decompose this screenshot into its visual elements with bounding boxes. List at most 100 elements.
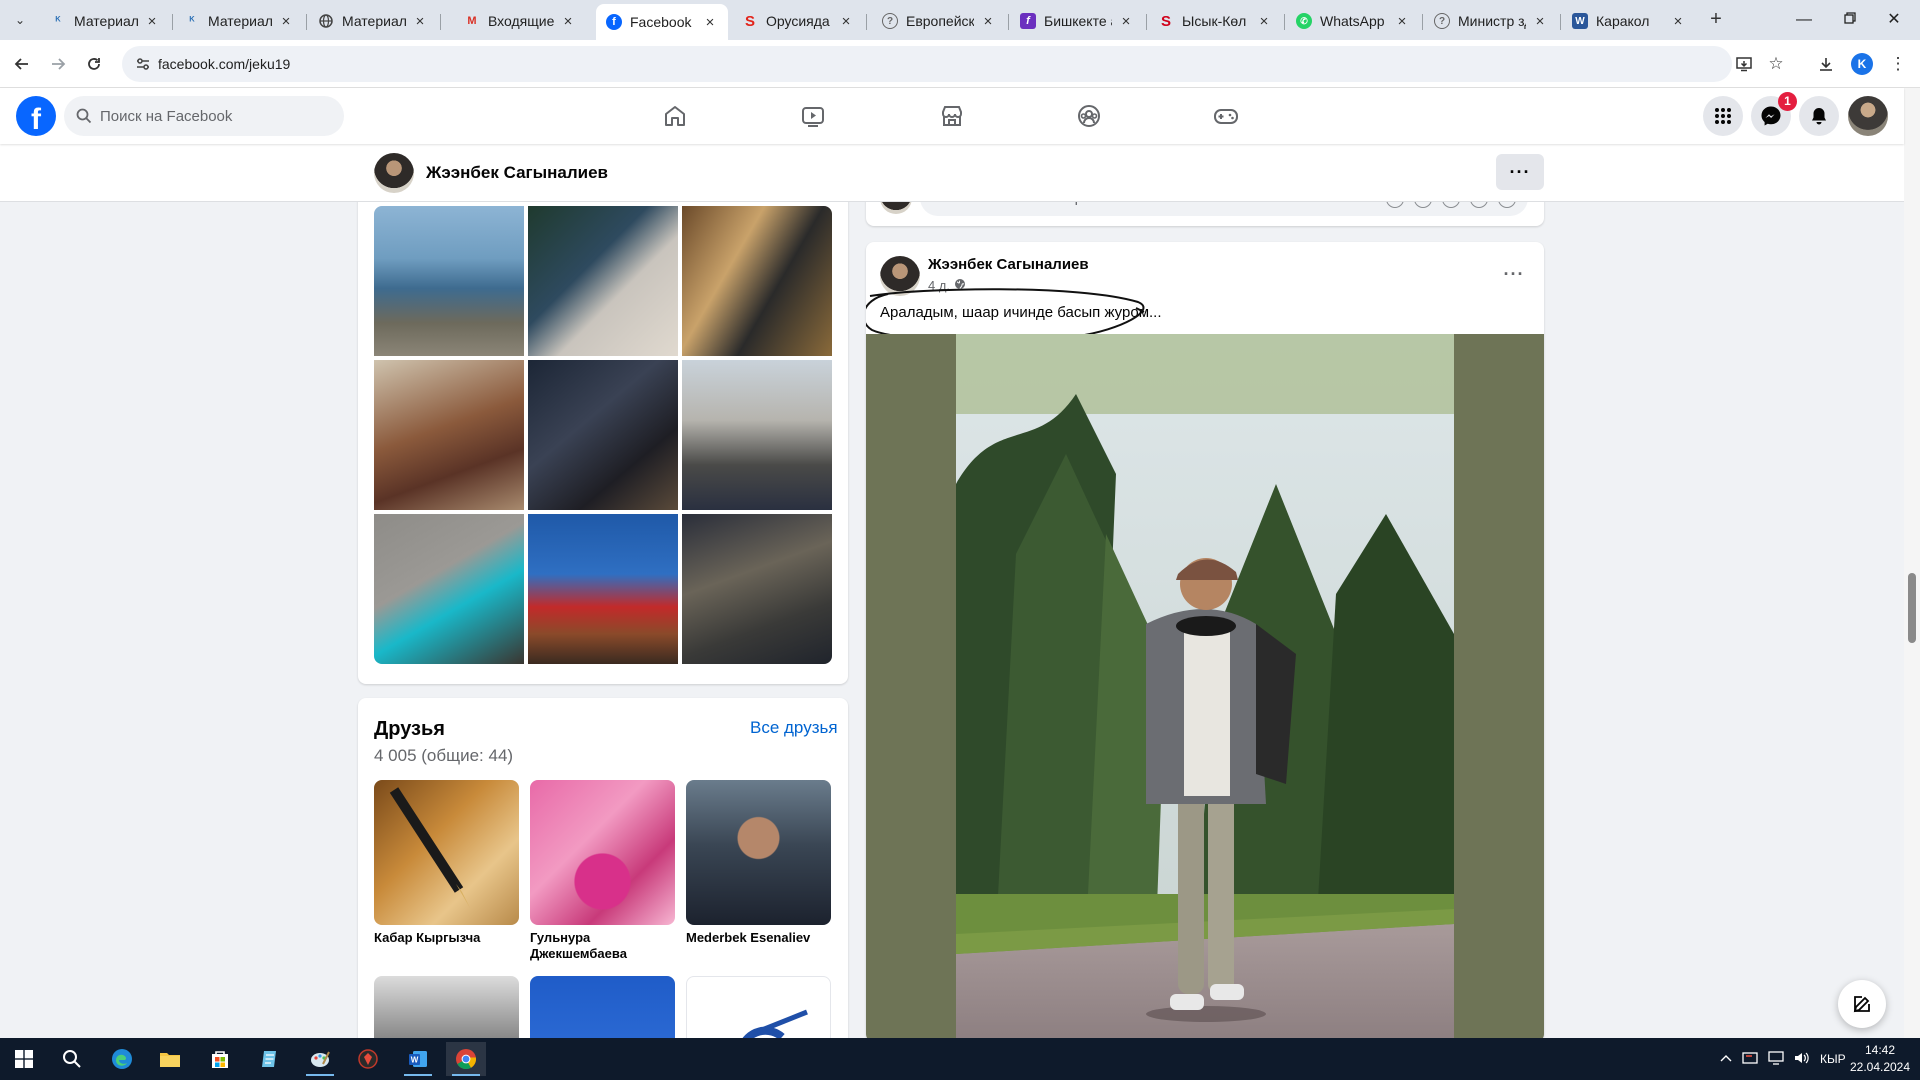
facebook-search[interactable] — [64, 96, 344, 136]
browser-tab-active[interactable]: f Facebook × — [596, 4, 728, 40]
file-explorer-icon[interactable] — [150, 1042, 190, 1076]
browser-tab[interactable]: ? Министр зд × — [1424, 6, 1558, 36]
bookmark-star-icon[interactable]: ☆ — [1762, 50, 1790, 78]
browser-tab[interactable]: f Бишкекте а × — [1010, 6, 1144, 36]
close-tab-icon[interactable]: × — [838, 13, 854, 30]
facebook-icon: f — [606, 14, 622, 30]
home-nav-icon[interactable] — [657, 98, 693, 134]
search-input[interactable] — [100, 96, 330, 136]
close-tab-icon[interactable]: × — [144, 13, 160, 30]
back-button[interactable] — [8, 50, 36, 78]
close-tab-icon[interactable]: × — [1670, 13, 1686, 30]
profile-more-button[interactable]: ··· — [1496, 154, 1544, 190]
taskbar-clock[interactable]: 14:42 22.04.2024 — [1846, 1042, 1914, 1076]
friend-photo[interactable] — [686, 780, 831, 925]
browser-tab[interactable]: W Каракол × — [1562, 6, 1696, 36]
close-tab-icon[interactable]: × — [1394, 13, 1410, 30]
close-tab-icon[interactable]: × — [1532, 13, 1548, 30]
account-avatar[interactable] — [1848, 96, 1888, 136]
close-tab-icon[interactable]: × — [1256, 13, 1272, 30]
new-tab-button[interactable]: + — [1704, 8, 1728, 32]
minimize-button[interactable]: — — [1782, 6, 1826, 34]
restore-button[interactable] — [1828, 6, 1872, 34]
scrollbar-thumb[interactable] — [1908, 573, 1916, 643]
clock-date: 22.04.2024 — [1849, 1060, 1911, 1074]
network-icon[interactable] — [1768, 1050, 1784, 1068]
install-app-icon[interactable] — [1730, 50, 1758, 78]
post-photo-frame[interactable] — [866, 334, 1544, 1042]
browser-tab[interactable]: ✆ WhatsApp × — [1286, 6, 1420, 36]
friend-photo[interactable] — [530, 780, 675, 925]
meeting-icon[interactable] — [1742, 1051, 1758, 1068]
browser-tab-bar: ⌄ ᴷ Материалы × ᴷ Материалы × Материалы … — [0, 0, 1920, 40]
input-language[interactable]: КЫР — [1820, 1052, 1846, 1066]
photo-thumbnail[interactable] — [374, 206, 524, 356]
browser-menu-icon[interactable]: ⋮ — [1884, 50, 1912, 78]
notepad-icon[interactable] — [250, 1042, 290, 1076]
gmail-icon: M — [467, 15, 477, 27]
close-tab-icon[interactable]: × — [412, 13, 428, 30]
paint-icon[interactable] — [300, 1042, 340, 1076]
photo-thumbnail[interactable] — [528, 360, 678, 510]
photo-thumbnail[interactable] — [374, 360, 524, 510]
all-friends-link[interactable]: Все друзья — [750, 718, 838, 738]
volume-icon[interactable] — [1794, 1051, 1810, 1068]
photo-thumbnail[interactable] — [528, 514, 678, 664]
photo-thumbnail[interactable] — [374, 514, 524, 664]
friend-name[interactable]: Mederbek Esenaliev — [686, 930, 836, 946]
browser-tab[interactable]: Материалы × — [308, 6, 438, 36]
photo-thumbnail[interactable] — [682, 206, 832, 356]
profile-name[interactable]: Жээнбек Сагыналиев — [426, 163, 608, 183]
menu-grid-button[interactable] — [1703, 96, 1743, 136]
grid-icon — [1715, 108, 1731, 124]
photo-thumbnail[interactable] — [682, 360, 832, 510]
store-icon[interactable] — [200, 1042, 240, 1076]
close-window-button[interactable]: ✕ — [1872, 6, 1916, 34]
svg-text:W: W — [411, 1056, 419, 1065]
browser-profile-avatar[interactable]: K — [1851, 53, 1873, 75]
tray-chevron-icon[interactable] — [1720, 1052, 1732, 1066]
post-more-button[interactable]: ··· — [1496, 256, 1532, 292]
windows-start-icon[interactable] — [4, 1042, 44, 1076]
photo-thumbnail[interactable] — [528, 206, 678, 356]
notifications-button[interactable] — [1799, 96, 1839, 136]
browser-tab[interactable]: S Ысык-Көл с × — [1148, 6, 1282, 36]
word-icon[interactable]: W — [398, 1042, 438, 1076]
reload-button[interactable] — [80, 50, 108, 78]
close-tab-icon[interactable]: × — [1118, 13, 1134, 30]
profile-avatar[interactable] — [374, 153, 414, 193]
tab-search-chevron-icon[interactable]: ⌄ — [8, 8, 32, 32]
new-message-button[interactable] — [1838, 980, 1886, 1028]
messenger-button[interactable]: 1 — [1751, 92, 1797, 136]
marketplace-nav-icon[interactable] — [934, 98, 970, 134]
browser-tab[interactable]: M Входящие ( × — [454, 6, 586, 36]
gaming-nav-icon[interactable] — [1208, 98, 1244, 134]
browser-tab[interactable]: ? Европейска × — [872, 6, 1006, 36]
search-icon[interactable] — [52, 1042, 92, 1076]
post-author-name[interactable]: Жээнбек Сагыналиев — [928, 256, 1089, 273]
friend-name[interactable]: Кабар Кыргызча — [374, 930, 524, 946]
video-nav-icon[interactable] — [795, 98, 831, 134]
groups-nav-icon[interactable] — [1071, 98, 1107, 134]
close-tab-icon[interactable]: × — [560, 13, 576, 30]
page-scrollbar[interactable] — [1904, 88, 1920, 1038]
friend-photo[interactable] — [374, 780, 519, 925]
browser-tab[interactable]: ᴷ Материалы × — [174, 6, 304, 36]
close-tab-icon[interactable]: × — [702, 14, 718, 31]
photo-thumbnail[interactable] — [682, 514, 832, 664]
browser-tab[interactable]: S Орусияда т × — [732, 6, 864, 36]
url-text: facebook.com/jeku19 — [158, 56, 291, 72]
close-tab-icon[interactable]: × — [980, 13, 996, 30]
chrome-icon[interactable] — [446, 1042, 486, 1076]
post-photo[interactable] — [956, 334, 1454, 1042]
antivirus-icon[interactable] — [348, 1042, 388, 1076]
site-settings-icon[interactable] — [134, 55, 152, 73]
friend-name[interactable]: Гульнура Джекшембаева — [530, 930, 680, 962]
address-bar[interactable]: facebook.com/jeku19 — [122, 46, 1732, 82]
forward-button[interactable] — [44, 50, 72, 78]
edge-icon[interactable] — [102, 1042, 142, 1076]
close-tab-icon[interactable]: × — [278, 13, 294, 30]
facebook-logo[interactable]: f — [16, 96, 56, 136]
browser-tab[interactable]: ᴷ Материалы × — [40, 6, 170, 36]
downloads-icon[interactable] — [1812, 50, 1840, 78]
